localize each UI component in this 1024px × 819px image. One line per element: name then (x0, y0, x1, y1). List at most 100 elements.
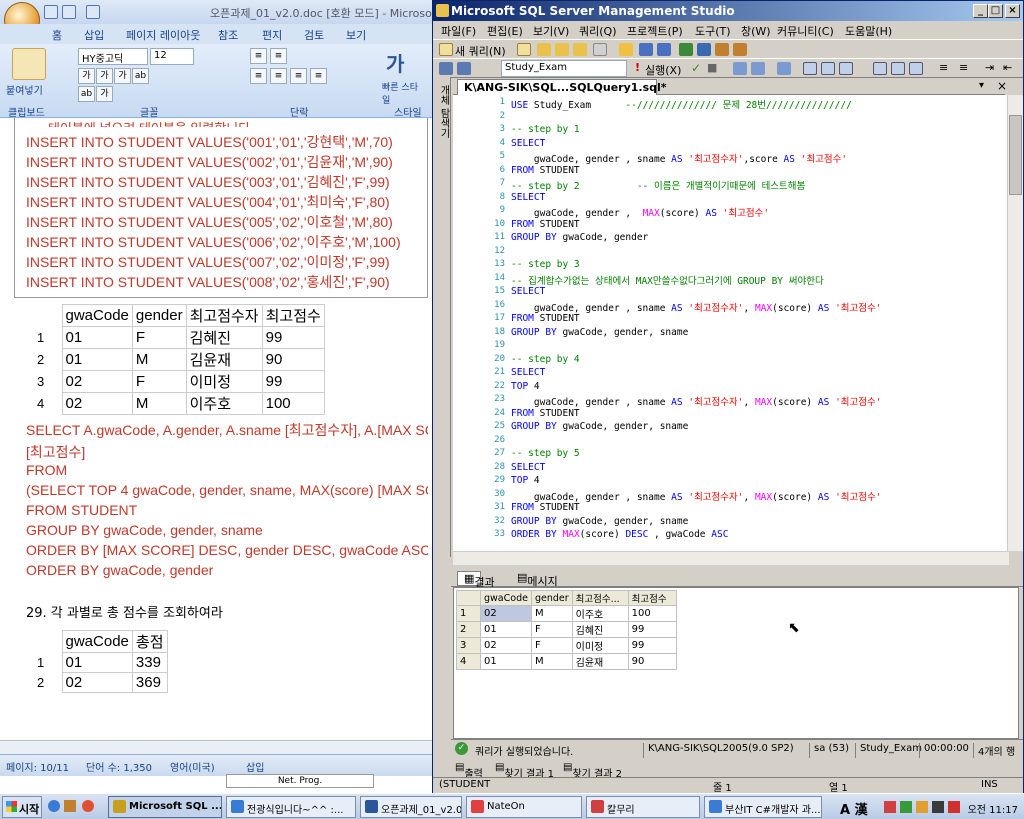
menu-view[interactable]: 보기(V) (533, 23, 569, 39)
quick-styles-icon[interactable]: 가 (386, 48, 414, 78)
display-plan-icon[interactable] (733, 62, 747, 75)
menu-tools[interactable]: 도구(T) (695, 23, 731, 39)
object-explorer-tab[interactable]: 개체 탐색기 (435, 85, 449, 138)
strikethrough-icon[interactable]: ab (132, 68, 149, 84)
font-color-icon[interactable]: 가 (96, 86, 113, 102)
redo-icon[interactable] (86, 5, 100, 19)
ie-quicklaunch-icon[interactable] (48, 800, 60, 812)
taskbar-button[interactable]: 오픈과제_01_v2.0.d... (360, 796, 462, 818)
execution-plan-icon[interactable] (891, 62, 905, 75)
execute-button[interactable]: 실행(X) (645, 62, 681, 78)
dmx-icon[interactable] (573, 43, 587, 56)
align-left-icon[interactable]: ≡ (250, 68, 267, 84)
xmla-icon[interactable] (593, 43, 607, 56)
bold-icon[interactable]: 가 (78, 68, 95, 84)
menu-query[interactable]: 쿼리(Q) (579, 23, 616, 39)
tab-references[interactable]: 참조 (218, 27, 238, 43)
parse-icon[interactable]: ✓ (691, 61, 701, 75)
save-icon[interactable] (639, 43, 653, 56)
tab-find-results-2[interactable]: ▤ 찾기 결과 2 (563, 762, 622, 780)
table-row[interactable]: 1 02 M 이주호 100 (456, 605, 677, 622)
grid-column-header[interactable]: 최고점수... (571, 590, 629, 606)
database-query-icon[interactable] (517, 43, 531, 56)
align-right-icon[interactable]: ≡ (290, 68, 307, 84)
results-grid-area[interactable]: gwaCode gender 최고점수... 최고점수 1 02 M 이주호 1… (453, 587, 1019, 739)
status-language[interactable]: 영어(미국) (170, 759, 215, 774)
object-explorer-collapsed-panel[interactable]: 개체 탐색기 (433, 77, 451, 557)
document-page[interactable]: 테이블에 넣으려 테이블을 입력합니다. INSERT INTO STUDENT… (0, 118, 432, 740)
font-size-select[interactable]: 12 (150, 48, 194, 65)
paste-icon[interactable] (12, 48, 46, 80)
cancel-query-icon[interactable]: ■ (707, 61, 717, 74)
tray-icon[interactable] (948, 801, 960, 813)
table-row[interactable]: 3 02 F 이미정 99 (456, 637, 677, 654)
new-query-icon[interactable] (439, 43, 453, 56)
tray-icon[interactable] (932, 801, 944, 813)
menu-edit[interactable]: 편집(E) (487, 23, 523, 39)
results-to-grid-icon[interactable] (821, 62, 835, 75)
analysis-icon[interactable] (537, 43, 551, 56)
client-stats-icon[interactable] (909, 62, 923, 75)
table-row[interactable]: 4 01 M 김윤재 90 (456, 653, 677, 670)
results-to-file-icon[interactable] (839, 62, 853, 75)
tab-page-layout[interactable]: 페이지 레이아웃 (126, 27, 200, 43)
editor-horizontal-scrollbar[interactable] (453, 551, 1009, 565)
status-page[interactable]: 페이지: 10/11 (6, 759, 69, 774)
grid-column-header[interactable]: gender (530, 590, 573, 606)
comment-icon[interactable]: ≡ (939, 61, 948, 74)
template-explorer-icon[interactable] (715, 43, 729, 56)
new-query-button[interactable]: 새 쿼리(N) (455, 43, 506, 59)
tray-icon[interactable] (916, 801, 928, 813)
bullets-icon[interactable]: ≡ (250, 48, 267, 64)
taskbar-button[interactable]: 전광식입니다~^^ :... (226, 796, 356, 818)
intellisense-icon[interactable] (777, 62, 791, 75)
tab-output[interactable]: ▤ 출력 (455, 762, 483, 780)
browser-quicklaunch-icon[interactable] (82, 800, 94, 812)
menu-project[interactable]: 프로젝트(P) (627, 23, 683, 39)
tab-mailings[interactable]: 편지 (262, 27, 282, 43)
save-all-icon[interactable] (657, 43, 671, 56)
tab-results[interactable]: ▦ 결과 (457, 571, 495, 589)
align-center-icon[interactable]: ≡ (270, 68, 287, 84)
status-words[interactable]: 단어 수: 1,350 (86, 759, 152, 774)
minimize-button[interactable]: _ (973, 4, 988, 18)
mdx-icon[interactable] (555, 43, 569, 56)
taskbar-button[interactable]: Microsoft SQL ... (108, 796, 222, 818)
menu-window[interactable]: 창(W) (741, 23, 771, 39)
tray-icon[interactable] (900, 801, 912, 813)
menu-file[interactable]: 파일(F) (441, 23, 476, 39)
indent-icon[interactable]: ⇥ (985, 61, 994, 74)
editor-vertical-scrollbar[interactable] (1007, 95, 1023, 551)
underline-icon[interactable]: 가 (114, 68, 131, 84)
query-editor[interactable]: 1 USE Study_Exam --////////////// 문제 28번/… (453, 95, 1021, 551)
justify-icon[interactable]: ≡ (310, 68, 327, 84)
outdent-icon[interactable]: ⇤ (1003, 61, 1012, 74)
start-button[interactable]: 시작 (2, 796, 42, 818)
tab-home[interactable]: 홈 (52, 27, 62, 43)
tab-messages[interactable]: ▤ 메시지 (517, 571, 558, 588)
uncomment-icon[interactable]: ≡ (959, 61, 968, 74)
tab-insert[interactable]: 삽입 (84, 27, 104, 43)
close-button[interactable]: × (1005, 4, 1020, 18)
close-tab-icon[interactable]: × (997, 79, 1007, 93)
taskbar-button[interactable]: 칼무리 (586, 796, 700, 818)
query-editor-tab[interactable]: K\ANG-SIK\SQL...SQLQuery1.sql* (457, 79, 667, 95)
menu-help[interactable]: 도움말(H) (845, 23, 892, 39)
taskbar-button[interactable]: 부산IT C#개발자 과... (704, 796, 822, 818)
properties-icon[interactable] (733, 43, 747, 56)
connect-icon[interactable] (439, 62, 453, 75)
execute-icon[interactable]: ! (635, 61, 640, 74)
zoom-icon[interactable] (873, 62, 887, 75)
tab-dropdown-icon[interactable]: ▾ (979, 80, 984, 91)
results-to-text-icon[interactable] (803, 62, 817, 75)
change-connection-icon[interactable] (457, 62, 471, 75)
scroll-thumb[interactable] (1009, 115, 1022, 195)
save-icon[interactable] (44, 5, 58, 19)
ime-icon[interactable]: A 漢 (840, 799, 868, 818)
undo-icon[interactable] (62, 5, 76, 19)
registered-servers-icon[interactable] (679, 43, 693, 56)
font-name-select[interactable]: HY중고딕 (78, 48, 148, 65)
table-row[interactable]: 2 01 F 김혜진 99 (456, 621, 677, 638)
highlight-icon[interactable]: ab (78, 86, 95, 102)
tab-find-results-1[interactable]: ▤ 찾기 결과 1 (495, 762, 554, 780)
